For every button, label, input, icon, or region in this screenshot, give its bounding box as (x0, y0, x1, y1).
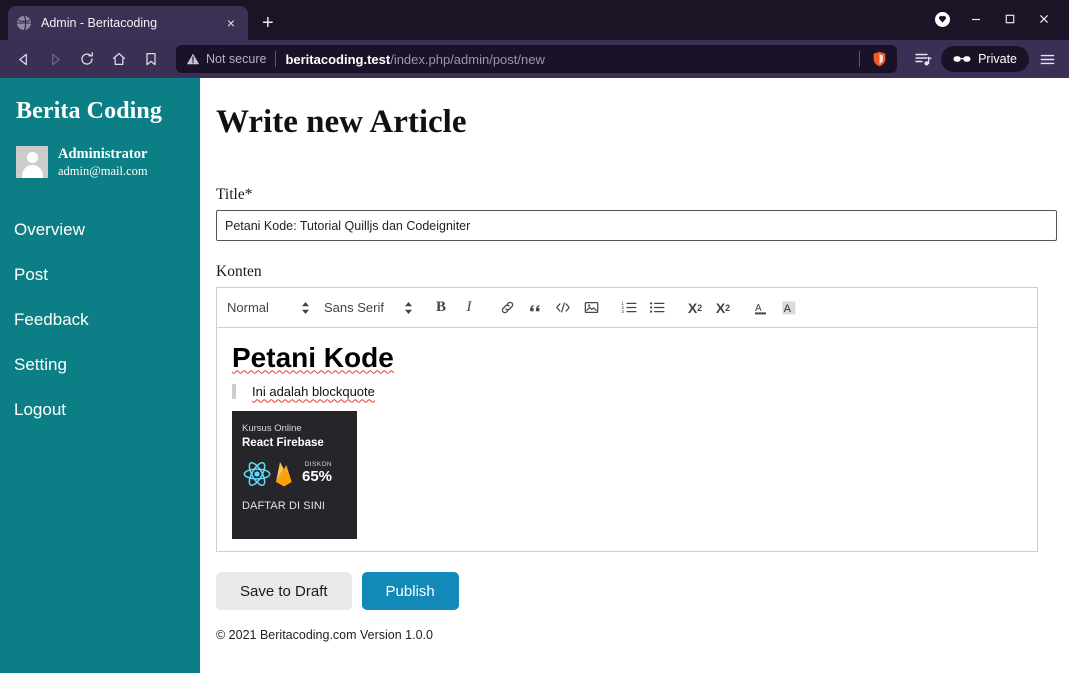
editor-container: Petani Kode Ini adalah blockquote Kursus… (216, 328, 1038, 552)
sidebar-item-logout[interactable]: Logout (0, 387, 200, 432)
document-blockquote-text: Ini adalah blockquote (252, 384, 375, 399)
browser-tab[interactable]: Admin - Beritacoding × (8, 6, 248, 40)
svg-text:3: 3 (621, 310, 624, 315)
react-logo-icon (242, 460, 272, 488)
playlist-icon[interactable] (909, 45, 937, 73)
url-path: /index.php/admin/post/new (390, 52, 545, 67)
address-divider (275, 51, 276, 67)
embedded-banner-image[interactable]: Kursus Online React Firebase (232, 411, 357, 539)
header-picker[interactable]: Normal (227, 300, 310, 315)
address-actions-divider (859, 51, 860, 67)
banner-middle-row: DISKON 65% (242, 460, 347, 488)
sidebar-item-post[interactable]: Post (0, 252, 200, 297)
close-window-button[interactable] (1027, 6, 1061, 32)
blockquote-icon[interactable] (521, 296, 549, 320)
glasses-icon (953, 54, 971, 64)
sidebar-nav: Overview Post Feedback Setting Logout (0, 207, 200, 432)
warning-icon (186, 52, 200, 66)
browser-titlebar: Admin - Beritacoding × + (0, 0, 1069, 40)
header-picker-label: Normal (227, 300, 299, 315)
maximize-button[interactable] (993, 6, 1027, 32)
url-host: beritacoding.test (285, 52, 390, 67)
avatar (16, 146, 48, 178)
chevron-updown-icon (301, 301, 310, 315)
document-heading: Petani Kode (232, 342, 1022, 374)
banner-cta: DAFTAR DI SINI (242, 500, 347, 512)
banner-logos (242, 460, 294, 488)
editor-body[interactable]: Petani Kode Ini adalah blockquote Kursus… (217, 328, 1037, 551)
subscript-icon[interactable]: X2 (681, 296, 709, 320)
title-field-label: Title* (216, 186, 1069, 204)
bookmark-icon[interactable] (136, 44, 166, 74)
bold-icon[interactable]: B (427, 296, 455, 320)
sidebar-user: Administrator admin@mail.com (0, 125, 200, 179)
ordered-list-icon[interactable]: 123 (615, 296, 643, 320)
font-picker[interactable]: Sans Serif (324, 300, 413, 315)
app-sidebar: Berita Coding Administrator admin@mail.c… (0, 78, 200, 673)
url-text: beritacoding.test/index.php/admin/post/n… (285, 52, 851, 67)
firebase-logo-icon (274, 460, 294, 488)
new-tab-button[interactable]: + (262, 13, 274, 33)
user-email: admin@mail.com (58, 163, 148, 179)
italic-icon[interactable]: I (455, 296, 483, 320)
text-color-icon[interactable]: A (747, 296, 775, 320)
svg-text:A: A (755, 303, 762, 314)
bullet-list-icon[interactable] (643, 296, 671, 320)
security-indicator[interactable]: Not secure (186, 52, 266, 66)
document-blockquote: Ini adalah blockquote (232, 384, 1022, 399)
chevron-updown-icon (404, 301, 413, 315)
banner-diskon-value: 65% (302, 468, 332, 485)
main-content: Write new Article Title* Konten Normal S… (200, 78, 1069, 673)
brave-shield-icon[interactable] (868, 51, 891, 67)
browser-navbar: Not secure beritacoding.test/index.php/a… (0, 40, 1069, 78)
sidebar-item-feedback[interactable]: Feedback (0, 297, 200, 342)
svg-text:A: A (784, 303, 792, 315)
page-title: Write new Article (216, 104, 1069, 140)
security-label: Not secure (206, 52, 266, 66)
browser-window: Admin - Beritacoding × + (0, 0, 1069, 673)
home-icon[interactable] (104, 44, 134, 74)
background-color-icon[interactable]: A (775, 296, 803, 320)
address-bar[interactable]: Not secure beritacoding.test/index.php/a… (176, 45, 897, 73)
minimize-button[interactable] (959, 6, 993, 32)
editor-toolbar: Normal Sans Serif B I (216, 287, 1038, 328)
hamburger-menu-icon[interactable] (1033, 45, 1061, 73)
content-field-label: Konten (216, 263, 1069, 281)
banner-course-title: React Firebase (242, 437, 347, 451)
private-label: Private (978, 52, 1017, 66)
tab-title: Admin - Beritacoding (41, 16, 222, 30)
app-brand: Berita Coding (0, 98, 200, 125)
title-input[interactable] (216, 210, 1057, 241)
reload-icon[interactable] (72, 44, 102, 74)
address-bar-actions (851, 51, 891, 67)
publish-button[interactable]: Publish (362, 572, 459, 610)
font-picker-label: Sans Serif (324, 300, 402, 315)
page-footer: © 2021 Beritacoding.com Version 1.0.0 (216, 628, 1069, 642)
window-controls (925, 6, 1061, 32)
forward-icon[interactable] (40, 44, 70, 74)
brave-rewards-icon[interactable] (925, 6, 959, 32)
banner-discount: DISKON 65% (302, 462, 332, 486)
user-name: Administrator (58, 145, 148, 163)
back-icon[interactable] (8, 44, 38, 74)
page-viewport: Berita Coding Administrator admin@mail.c… (0, 78, 1069, 673)
globe-icon (16, 15, 32, 31)
private-mode-indicator[interactable]: Private (941, 46, 1029, 72)
code-block-icon[interactable] (549, 296, 577, 320)
banner-kursus-label: Kursus Online (242, 423, 347, 434)
superscript-icon[interactable]: X2 (709, 296, 737, 320)
image-icon[interactable] (577, 296, 605, 320)
link-icon[interactable] (493, 296, 521, 320)
tab-close-icon[interactable]: × (222, 16, 240, 30)
form-actions: Save to Draft Publish (216, 572, 1069, 610)
sidebar-item-setting[interactable]: Setting (0, 342, 200, 387)
save-draft-button[interactable]: Save to Draft (216, 572, 352, 610)
document-heading-text: Petani Kode (232, 342, 394, 373)
sidebar-item-overview[interactable]: Overview (0, 207, 200, 252)
